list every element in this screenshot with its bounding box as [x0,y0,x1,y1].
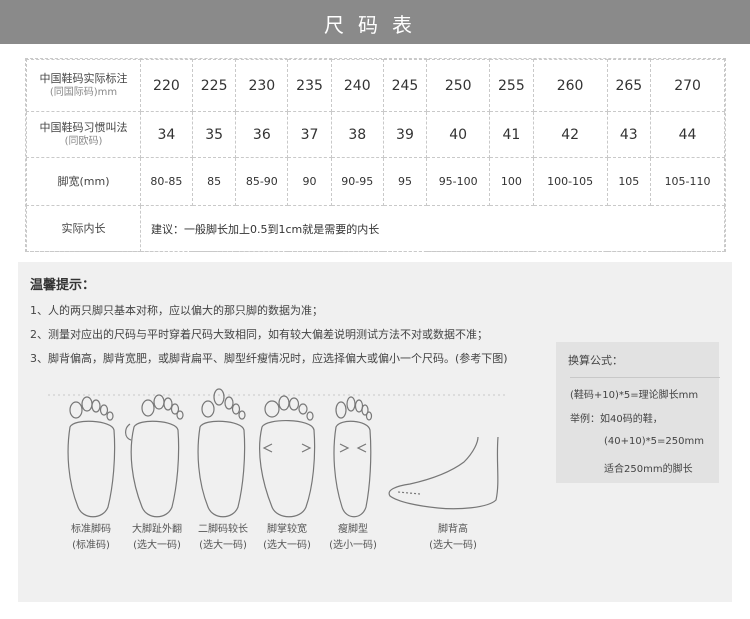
table-cell: 95-100 [426,157,491,206]
foot-bunion-icon [125,394,184,518]
table-cell: 230 [235,59,289,112]
table-row: 脚宽(mm) 80-85 85 85-90 90 90-95 95 95-100… [26,157,725,206]
row-header: 实际内长 [26,205,141,252]
foot-caption: 脚背高 (选大一码) [418,522,488,554]
foot-caption: 二脚码较长 (选大一码) [188,522,258,554]
foot-caption: 瘦脚型 (选小一码) [318,522,388,554]
foot-type-name: 脚背高 [438,524,468,535]
foot-type-advice: (标准码) [72,540,110,551]
table-cell: 35 [191,111,237,158]
row-header: 中国鞋码实际标注 (同国际码)mm [26,59,141,112]
foot-type-advice: (选小一码) [329,540,377,551]
foot-type-name: 标准脚码 [71,524,111,535]
foot-type-advice: (选大一码) [263,540,311,551]
foot-type-advice: (选大一码) [429,540,477,551]
foot-types-illustration: 标准脚码 (标准码) 大脚趾外翻 (选大一码) 二脚码较长 (选大一码) 脚掌较… [18,382,548,597]
table-cell: 39 [382,111,428,158]
table-cell: 105-110 [650,157,725,206]
foot-type-advice: (选大一码) [133,540,181,551]
table-cell: 90 [287,157,332,206]
table-cell: 260 [532,59,608,112]
formula-line: 举例：如40码的鞋， [570,414,663,425]
table-cell: 80-85 [140,157,193,206]
header-bar: 尺码表 [0,0,750,44]
table-cell: 42 [532,111,608,158]
size-table: 中国鞋码实际标注 (同国际码)mm 220 225 230 235 240 24… [25,58,726,252]
foot-high-instep-icon [388,436,499,510]
table-cell: 245 [382,59,428,112]
inner-length-note: 建议：一般脚长加上0.5到1cm就是需要的内长 [140,205,725,252]
table-cell: 85 [191,157,237,206]
formula-line: 适合250mm的脚长 [604,464,693,475]
table-cell: 270 [650,59,725,112]
foot-type-name: 瘦脚型 [338,524,368,535]
table-cell: 38 [330,111,384,158]
row-label: 中国鞋码实际标注 [39,71,128,85]
foot-long-second-toe-icon [197,388,246,518]
foot-type-advice: (选大一码) [199,540,247,551]
table-cell: 100-105 [532,157,608,206]
table-cell: 37 [287,111,332,158]
foot-type-name: 脚掌较宽 [267,524,307,535]
foot-type-name: 大脚趾外翻 [132,524,182,535]
tip-item: 3、脚背偏高，脚背宽肥，或脚背扁平、脚型纤瘦情况时，应选择偏大或偏小一个尺码。(… [30,352,508,365]
table-cell: 41 [489,111,534,158]
table-cell: 36 [235,111,289,158]
foot-wide-icon [259,395,316,518]
row-sublabel: (同欧码) [64,135,103,147]
foot-type-name: 二脚码较长 [198,524,248,535]
tip-item: 2、测量对应出的尺码与平时穿着尺码大致相同，如有较大偏差说明测试方法不对或数据不… [30,328,488,341]
table-cell: 240 [330,59,384,112]
table-cell: 250 [426,59,491,112]
foot-standard-icon [67,396,116,518]
formula-box: 换算公式： (鞋码+10)*5=理论脚长mm 举例：如40码的鞋， (40+10… [556,342,720,483]
row-sublabel: (同国际码)mm [49,86,118,98]
feet-drawing [48,388,508,518]
formula-title: 换算公式： [568,354,623,367]
table-cell: 255 [489,59,534,112]
tips-title: 温馨提示： [30,278,96,293]
table-cell: 85-90 [235,157,289,206]
row-header: 中国鞋码习惯叫法 (同欧码) [26,111,141,158]
size-table-grid: 中国鞋码实际标注 (同国际码)mm 220 225 230 235 240 24… [26,59,725,252]
table-cell: 95 [382,157,428,206]
foot-caption: 脚掌较宽 (选大一码) [252,522,322,554]
formula-line: (鞋码+10)*5=理论脚长mm [570,390,699,401]
table-row: 中国鞋码实际标注 (同国际码)mm 220 225 230 235 240 24… [26,59,725,112]
page-title: 尺码表 [324,13,426,37]
table-cell: 34 [140,111,193,158]
row-header: 脚宽(mm) [26,157,141,206]
table-row: 实际内长 建议：一般脚长加上0.5到1cm就是需要的内长 [26,205,725,252]
table-cell: 220 [140,59,193,112]
table-cell: 265 [606,59,652,112]
tips-panel: 温馨提示： 1、人的两只脚只基本对称，应以偏大的那只脚的数据为准； 2、测量对应… [18,262,732,602]
table-cell: 100 [489,157,534,206]
table-cell: 105 [606,157,652,206]
row-label: 脚宽(mm) [57,174,110,188]
table-cell: 225 [191,59,237,112]
foot-slim-icon [333,396,373,518]
table-cell: 235 [287,59,332,112]
divider [570,377,720,378]
row-label: 中国鞋码习惯叫法 [39,120,128,134]
table-cell: 43 [606,111,652,158]
formula-line: (40+10)*5=250mm [604,436,704,447]
tip-item: 1、人的两只脚只基本对称，应以偏大的那只脚的数据为准； [30,304,323,317]
table-cell: 44 [650,111,725,158]
foot-caption: 标准脚码 (标准码) [56,522,126,554]
foot-caption: 大脚趾外翻 (选大一码) [122,522,192,554]
table-cell: 40 [426,111,491,158]
table-row: 中国鞋码习惯叫法 (同欧码) 34 35 36 37 38 39 40 41 4… [26,111,725,158]
table-cell: 90-95 [330,157,384,206]
